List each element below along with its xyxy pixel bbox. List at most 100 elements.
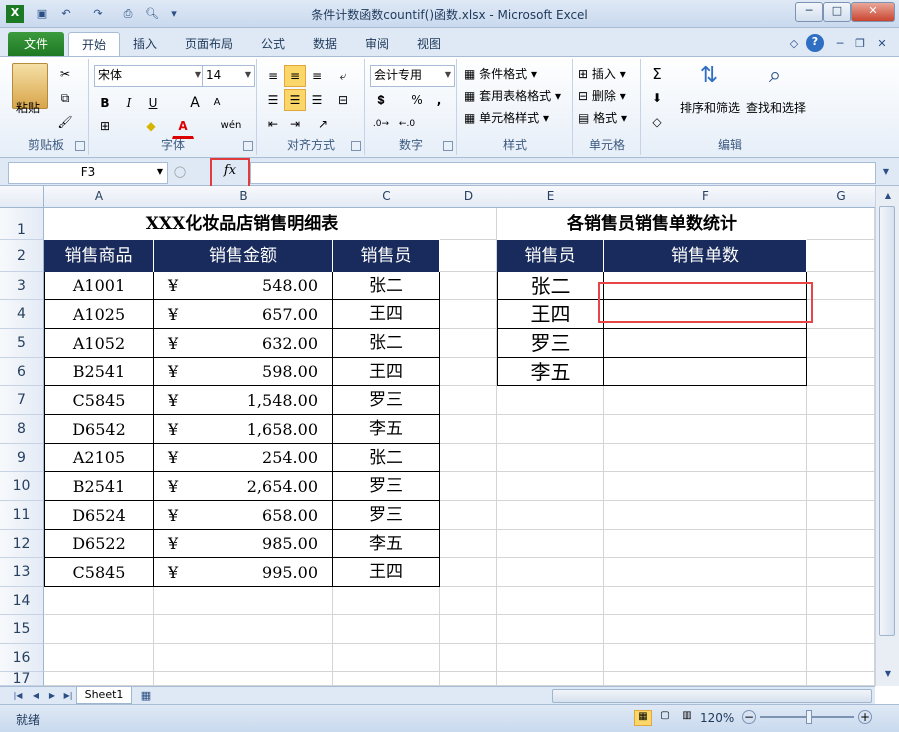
amount-value: 2,654.00: [246, 477, 318, 496]
row-header-5[interactable]: 5: [0, 329, 44, 358]
seller-cell[interactable]: 张二: [333, 444, 440, 472]
zoom-out-icon[interactable]: −: [742, 710, 756, 724]
right-table-title: 各销售员销售单数统计: [497, 208, 807, 240]
next-sheet-icon[interactable]: ▶: [44, 688, 60, 704]
highlight-f3-box: [598, 282, 813, 323]
item-cell[interactable]: D6522: [44, 530, 154, 558]
item-cell[interactable]: B2541: [44, 472, 154, 501]
last-sheet-icon[interactable]: ▶|: [60, 688, 76, 704]
summary-seller-cell[interactable]: 李五: [497, 358, 604, 386]
summary-seller-cell[interactable]: 罗三: [497, 329, 604, 358]
item-cell[interactable]: D6524: [44, 501, 154, 530]
amount-cell[interactable]: ¥658.00: [154, 501, 333, 530]
first-sheet-icon[interactable]: |◀: [10, 688, 26, 704]
row-header-4[interactable]: 4: [0, 300, 44, 329]
item-cell[interactable]: A1025: [44, 300, 154, 329]
amount-value: 995.00: [262, 563, 318, 582]
normal-view-icon[interactable]: ▦: [634, 710, 652, 726]
page-layout-view-icon[interactable]: ▢: [656, 710, 674, 726]
item-cell[interactable]: B2541: [44, 358, 154, 386]
scroll-up-icon[interactable]: ▲: [880, 188, 896, 204]
right-header-cell: 销售单数: [604, 240, 807, 272]
currency-symbol: ¥: [168, 448, 179, 467]
amount-cell[interactable]: ¥657.00: [154, 300, 333, 329]
new-sheet-icon[interactable]: ▦: [138, 688, 154, 704]
item-cell[interactable]: A2105: [44, 444, 154, 472]
item-cell[interactable]: A1052: [44, 329, 154, 358]
amount-cell[interactable]: ¥995.00: [154, 558, 333, 587]
column-header-b[interactable]: B: [154, 186, 334, 208]
row-header-7[interactable]: 7: [0, 386, 44, 415]
amount-cell[interactable]: ¥632.00: [154, 329, 333, 358]
amount-value: 985.00: [262, 534, 318, 553]
seller-cell[interactable]: 罗三: [333, 501, 440, 530]
row-header-6[interactable]: 6: [0, 358, 44, 386]
select-all-corner[interactable]: [0, 186, 44, 208]
row-header-2[interactable]: 2: [0, 240, 44, 272]
summary-count-cell[interactable]: [604, 358, 807, 386]
row-header-14[interactable]: 14: [0, 587, 44, 615]
item-cell[interactable]: C5845: [44, 558, 154, 587]
row-header-17[interactable]: 17: [0, 672, 44, 686]
currency-symbol: ¥: [168, 334, 179, 353]
amount-value: 598.00: [262, 362, 318, 381]
row-header-9[interactable]: 9: [0, 444, 44, 472]
seller-cell[interactable]: 李五: [333, 530, 440, 558]
scroll-down-icon[interactable]: ▼: [880, 666, 896, 682]
zoom-level[interactable]: 120%: [700, 711, 734, 725]
seller-cell[interactable]: 罗三: [333, 472, 440, 501]
row-header-11[interactable]: 11: [0, 501, 44, 530]
row-header-12[interactable]: 12: [0, 530, 44, 558]
seller-cell[interactable]: 张二: [333, 329, 440, 358]
worksheet-grid[interactable]: A B C D E F G 1 2 3 4 5 6 7 8 9 10 11 12 13 14 15 16 17 XXX化妆品店销…: [0, 186, 875, 686]
amount-value: 548.00: [262, 276, 318, 295]
vertical-scrollbar[interactable]: ▲ ▼: [875, 186, 899, 686]
row-header-13[interactable]: 13: [0, 558, 44, 587]
horizontal-scrollbar[interactable]: [552, 689, 872, 703]
item-cell[interactable]: D6542: [44, 415, 154, 444]
amount-cell[interactable]: ¥548.00: [154, 272, 333, 300]
item-cell[interactable]: C5845: [44, 386, 154, 415]
seller-cell[interactable]: 王四: [333, 300, 440, 329]
summary-seller-cell[interactable]: 王四: [497, 300, 604, 329]
left-table-title: XXX化妆品店销售明细表: [44, 208, 440, 240]
column-header-a[interactable]: A: [44, 186, 155, 208]
column-header-g[interactable]: G: [807, 186, 875, 208]
row-header-8[interactable]: 8: [0, 415, 44, 444]
amount-cell[interactable]: ¥254.00: [154, 444, 333, 472]
amount-value: 254.00: [262, 448, 318, 467]
seller-cell[interactable]: 王四: [333, 358, 440, 386]
column-header-e[interactable]: E: [497, 186, 605, 208]
summary-seller-cell[interactable]: 张二: [497, 272, 604, 300]
seller-cell[interactable]: 罗三: [333, 386, 440, 415]
seller-cell[interactable]: 张二: [333, 272, 440, 300]
zoom-slider-thumb[interactable]: [806, 710, 812, 724]
seller-cell[interactable]: 李五: [333, 415, 440, 444]
row-header-15[interactable]: 15: [0, 615, 44, 644]
zoom-in-icon[interactable]: +: [858, 710, 872, 724]
amount-cell[interactable]: ¥2,654.00: [154, 472, 333, 501]
row-header-10[interactable]: 10: [0, 472, 44, 501]
summary-count-cell[interactable]: [604, 329, 807, 358]
currency-symbol: ¥: [168, 362, 179, 381]
prev-sheet-icon[interactable]: ◀: [28, 688, 44, 704]
amount-value: 1,658.00: [246, 420, 318, 439]
scroll-thumb[interactable]: [879, 206, 895, 636]
amount-cell[interactable]: ¥598.00: [154, 358, 333, 386]
sheet-tab-sheet1[interactable]: Sheet1: [76, 687, 132, 704]
column-header-f[interactable]: F: [604, 186, 808, 208]
amount-cell[interactable]: ¥985.00: [154, 530, 333, 558]
column-header-d[interactable]: D: [440, 186, 498, 208]
row-header-16[interactable]: 16: [0, 644, 44, 672]
amount-cell[interactable]: ¥1,548.00: [154, 386, 333, 415]
left-header-cell: 销售商品: [44, 240, 154, 272]
currency-symbol: ¥: [168, 534, 179, 553]
column-header-c[interactable]: C: [333, 186, 441, 208]
amount-cell[interactable]: ¥1,658.00: [154, 415, 333, 444]
page-break-view-icon[interactable]: ▥: [678, 710, 696, 726]
seller-cell[interactable]: 王四: [333, 558, 440, 587]
item-cell[interactable]: A1001: [44, 272, 154, 300]
row-header-3[interactable]: 3: [0, 272, 44, 300]
sheet-tab-bar: |◀ ◀ ▶ ▶| Sheet1 ▦: [0, 686, 875, 704]
row-header-1[interactable]: 1: [0, 208, 44, 240]
